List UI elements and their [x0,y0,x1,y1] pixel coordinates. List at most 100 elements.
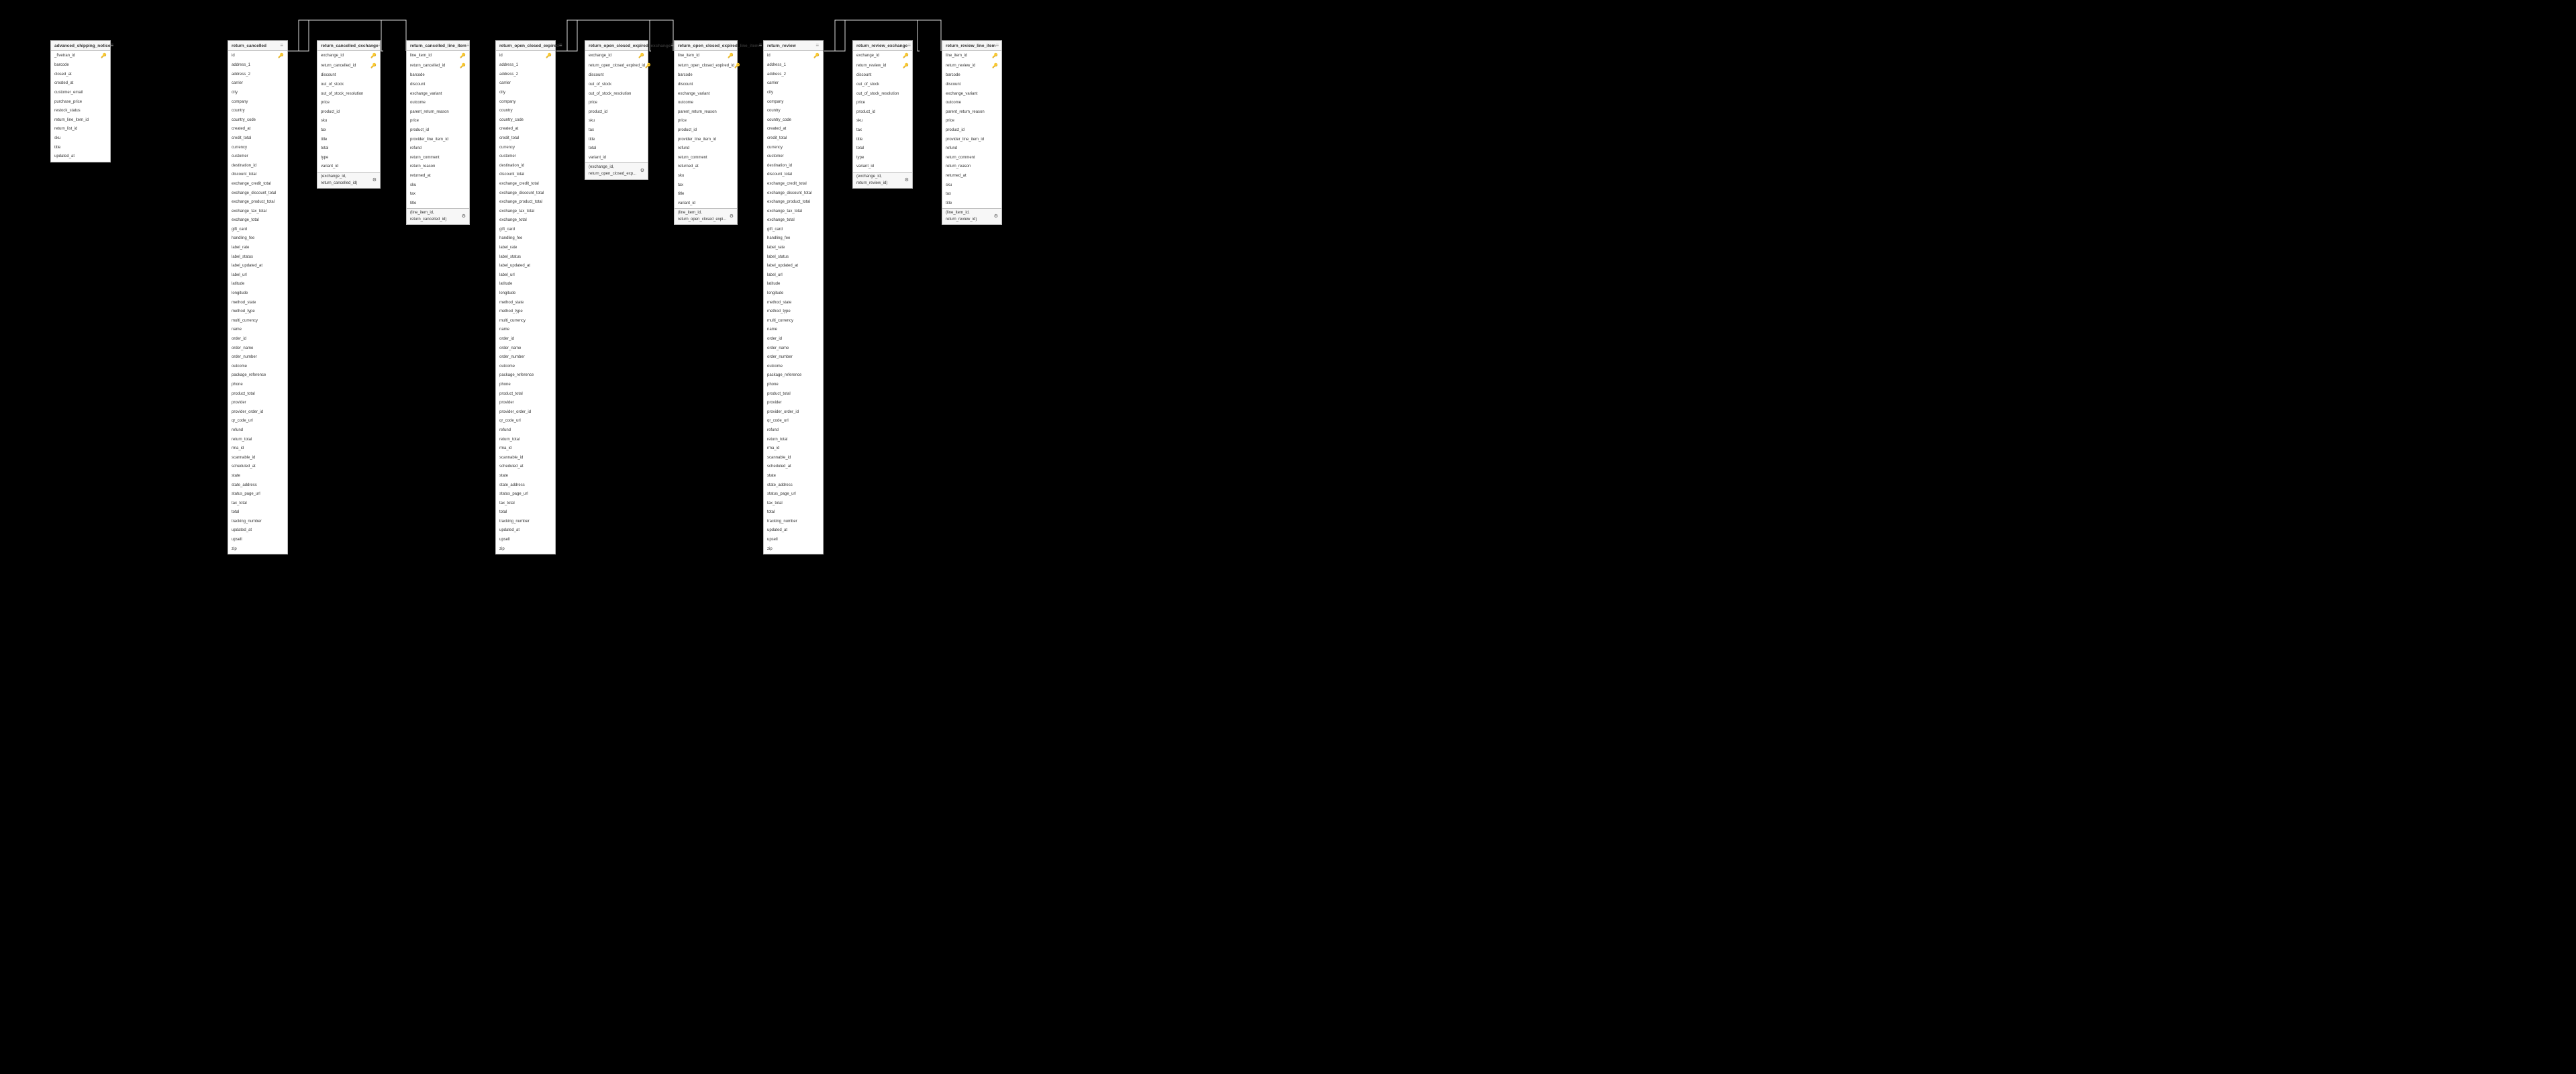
column-row[interactable]: id🔑 [496,51,555,61]
column-row[interactable]: address_1 [496,61,555,70]
column-row[interactable]: provider_order_id [228,408,287,418]
column-row[interactable]: parent_return_reason [407,108,469,117]
entity-return_review_exchange[interactable]: return_review_exchange≡exchange_id🔑retur… [852,40,913,189]
column-row[interactable]: label_status [228,253,287,262]
column-row[interactable]: currency [764,144,823,153]
column-row[interactable]: title [317,136,380,145]
column-row[interactable]: tracking_number [764,518,823,527]
column-row[interactable]: line_item_id🔑 [942,51,1001,61]
column-row[interactable]: tax [853,126,912,136]
column-row[interactable]: upsell [228,536,287,545]
column-row[interactable]: return_total [228,436,287,445]
column-row[interactable]: tax_total [228,499,287,509]
column-row[interactable]: method_state [764,299,823,308]
column-row[interactable]: created_at [51,79,110,89]
index-row[interactable]: (exchange_id, return_cancelled_id)⚙ [317,172,380,188]
column-row[interactable]: created_at [764,125,823,134]
column-row[interactable]: order_number [496,353,555,362]
column-row[interactable]: variant_id [317,162,380,172]
column-row[interactable]: exchange_total [764,216,823,226]
column-row[interactable]: outcome [496,362,555,372]
column-row[interactable]: return_comment [675,154,737,163]
column-row[interactable]: provider [496,399,555,408]
column-row[interactable]: title [942,199,1001,209]
column-row[interactable]: name [496,326,555,335]
column-row[interactable]: tax [317,126,380,136]
column-row[interactable]: label_rate [228,244,287,253]
column-row[interactable]: total [317,144,380,154]
column-row[interactable]: outcome [942,99,1001,108]
column-row[interactable]: latitude [496,280,555,289]
column-row[interactable]: order_name [228,344,287,354]
column-row[interactable]: exchange_discount_total [228,189,287,199]
column-row[interactable]: zip [496,545,555,554]
column-row[interactable]: exchange_credit_total [228,180,287,189]
column-row[interactable]: country [496,107,555,116]
entity-header[interactable]: return_open_closed_expired≡ [496,41,555,51]
column-row[interactable]: exchange_discount_total [496,189,555,199]
column-row[interactable]: return_comment [407,154,469,163]
column-row[interactable]: exchange_variant [407,90,469,99]
column-row[interactable]: name [228,326,287,335]
column-row[interactable]: handling_fee [228,234,287,244]
entity-header[interactable]: return_review_line_item≡ [942,41,1001,51]
column-row[interactable]: state [228,472,287,481]
column-row[interactable]: name [764,326,823,335]
entity-header[interactable]: return_cancelled_exchange≡ [317,41,380,51]
column-row[interactable]: returned_at [942,172,1001,181]
column-row[interactable]: country [764,107,823,116]
column-row[interactable]: status_page_url [496,490,555,499]
column-row[interactable]: phone [228,381,287,390]
column-row[interactable]: id🔑 [764,51,823,61]
column-row[interactable]: exchange_discount_total [764,189,823,199]
column-row[interactable]: refund [942,144,1001,154]
column-row[interactable]: total [853,144,912,154]
entity-header[interactable]: return_review_exchange≡ [853,41,912,51]
entity-advanced_shipping_notice[interactable]: advanced_shipping_notice≡_fivetran_id🔑ba… [50,40,111,162]
column-row[interactable]: address_2 [764,70,823,80]
column-row[interactable]: exchange_total [228,216,287,226]
column-row[interactable]: city [764,89,823,98]
column-row[interactable]: created_at [496,125,555,134]
column-row[interactable]: exchange_id🔑 [317,51,380,61]
menu-icon[interactable]: ≡ [280,43,284,48]
column-row[interactable]: price [585,99,648,108]
column-row[interactable]: out_of_stock [585,81,648,90]
column-row[interactable]: order_number [228,353,287,362]
column-row[interactable]: method_type [496,307,555,317]
column-row[interactable]: sku [942,181,1001,191]
column-row[interactable]: state [764,472,823,481]
entity-return_cancelled_line_item[interactable]: return_cancelled_line_item≡line_item_id🔑… [406,40,470,225]
column-row[interactable]: provider [764,399,823,408]
column-row[interactable]: product_total [764,390,823,399]
column-row[interactable]: title [853,136,912,145]
column-row[interactable]: order_number [764,353,823,362]
column-row[interactable]: zip [764,545,823,554]
entity-return_cancelled_exchange[interactable]: return_cancelled_exchange≡exchange_id🔑re… [317,40,381,189]
column-row[interactable]: product_id [585,108,648,117]
column-row[interactable]: upsell [496,536,555,545]
column-row[interactable]: exchange_product_total [496,198,555,207]
column-row[interactable]: discount_total [228,170,287,180]
column-row[interactable]: return_open_closed_expired_id🔑 [585,61,648,71]
column-row[interactable]: barcode [407,71,469,81]
column-row[interactable]: country_code [496,116,555,126]
column-row[interactable]: order_id [764,335,823,344]
column-row[interactable]: upsell [764,536,823,545]
column-row[interactable]: city [496,89,555,98]
column-row[interactable]: closed_at [51,70,110,80]
column-row[interactable]: discount [585,71,648,81]
column-row[interactable]: scheduled_at [496,462,555,472]
column-row[interactable]: product_id [317,108,380,117]
column-row[interactable]: exchange_credit_total [496,180,555,189]
column-row[interactable]: exchange_tax_total [228,207,287,217]
column-row[interactable]: tax_total [764,499,823,509]
column-row[interactable]: provider_line_item_id [942,136,1001,145]
column-row[interactable]: return_list_id [51,125,110,134]
column-row[interactable]: barcode [675,71,737,81]
column-row[interactable]: return_review_id🔑 [853,61,912,71]
column-row[interactable]: scannable_id [764,454,823,463]
column-row[interactable]: multi_currency [764,317,823,326]
column-row[interactable]: label_url [228,271,287,281]
column-row[interactable]: title [585,136,648,145]
